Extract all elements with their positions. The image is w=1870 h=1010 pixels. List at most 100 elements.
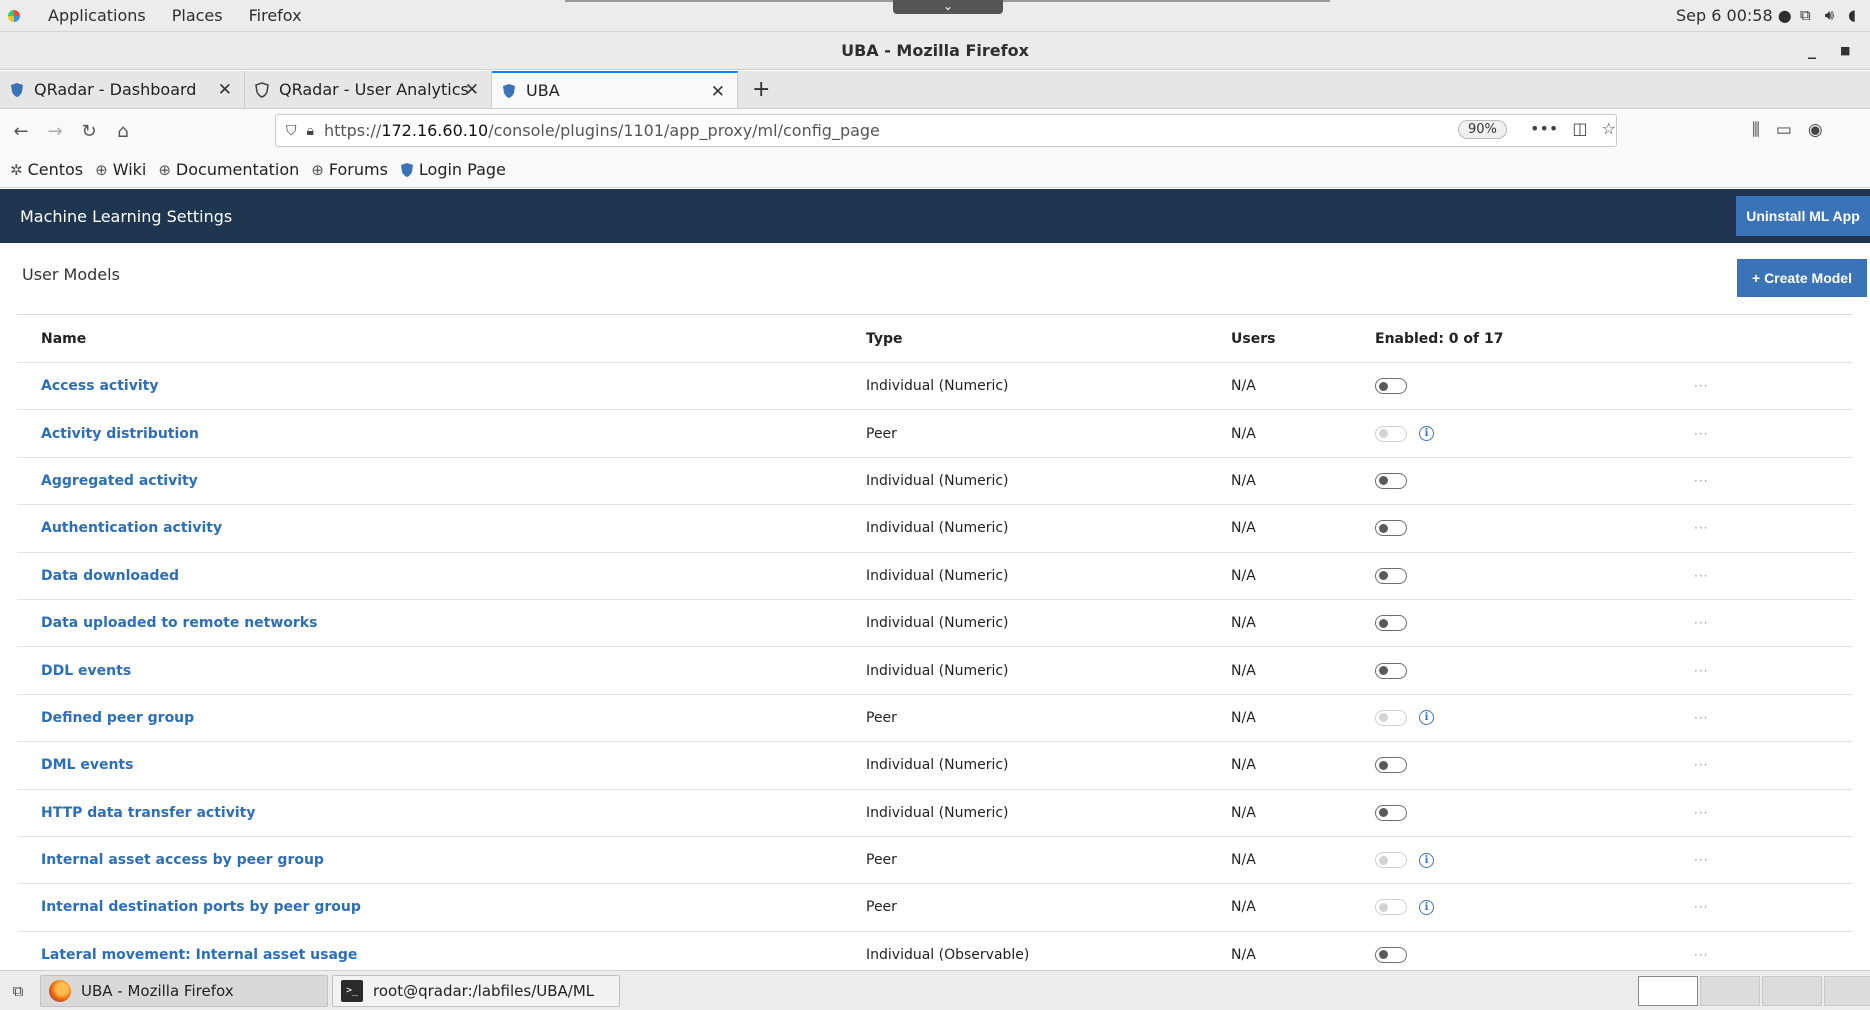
back-icon[interactable]: ←: [4, 121, 38, 142]
bookmark-star-icon[interactable]: ☆: [1601, 119, 1615, 138]
more-options-icon[interactable]: ···: [1694, 695, 1708, 741]
reload-icon[interactable]: ↻: [72, 121, 106, 142]
workspace-3[interactable]: [1762, 976, 1822, 1006]
sidebar-icon[interactable]: ▭: [1776, 120, 1792, 140]
clock[interactable]: Sep 6 00:58 ●: [1676, 6, 1792, 25]
bookmark-centos[interactable]: ✲ Centos: [10, 160, 83, 179]
chevron-down-icon[interactable]: ⌄: [893, 0, 1003, 14]
close-icon[interactable]: ✕: [711, 82, 725, 102]
header-name[interactable]: Name: [41, 315, 86, 362]
enable-toggle[interactable]: [1375, 472, 1407, 489]
enable-toggle[interactable]: [1375, 425, 1407, 442]
enable-toggle[interactable]: [1375, 378, 1407, 395]
enable-toggle[interactable]: [1375, 662, 1407, 679]
header-enabled[interactable]: Enabled: 0 of 17: [1375, 315, 1503, 362]
more-options-icon[interactable]: ···: [1694, 742, 1708, 788]
close-icon[interactable]: ✕: [465, 80, 479, 100]
more-actions-icon[interactable]: •••: [1530, 119, 1558, 138]
more-options-icon[interactable]: ···: [1694, 505, 1708, 551]
show-desktop-icon[interactable]: ⧉: [0, 982, 36, 1000]
enable-toggle[interactable]: [1375, 709, 1407, 726]
firefox-icon: [49, 979, 71, 1002]
table-row: Internal destination ports by peer group…: [17, 884, 1853, 932]
more-options-icon[interactable]: ···: [1694, 884, 1708, 930]
workspace-1[interactable]: [1638, 976, 1698, 1006]
minimize-icon[interactable]: _: [1808, 40, 1816, 59]
more-options-icon[interactable]: ···: [1694, 647, 1708, 693]
enable-toggle[interactable]: [1375, 946, 1407, 963]
model-name-link[interactable]: Internal asset access by peer group: [41, 852, 324, 868]
close-icon[interactable]: ✕: [218, 80, 232, 100]
info-icon[interactable]: i: [1419, 426, 1434, 442]
model-name-link[interactable]: Lateral movement: Internal asset usage: [41, 947, 357, 963]
create-model-button[interactable]: + Create Model: [1737, 259, 1867, 297]
enable-toggle[interactable]: [1375, 804, 1407, 821]
model-name-link[interactable]: DDL events: [41, 663, 131, 679]
bookmark-forums[interactable]: ⊕ Forums: [311, 160, 388, 179]
insecure-lock-icon[interactable]: 🔒︎: [307, 123, 314, 139]
workspace-2[interactable]: [1700, 976, 1760, 1006]
info-icon[interactable]: i: [1419, 899, 1434, 915]
places-menu[interactable]: Places: [172, 6, 223, 25]
model-name-link[interactable]: Activity distribution: [41, 426, 199, 442]
system-tray[interactable]: ⧉ 🔊︎ ◖: [1800, 6, 1856, 24]
model-name-link[interactable]: DML events: [41, 757, 133, 773]
more-options-icon[interactable]: ···: [1694, 790, 1708, 836]
model-name-link[interactable]: Data uploaded to remote networks: [41, 615, 317, 631]
enable-toggle[interactable]: [1375, 899, 1407, 916]
enabled-cell: [1375, 553, 1407, 599]
header-users[interactable]: Users: [1231, 315, 1275, 362]
enable-toggle[interactable]: [1375, 852, 1407, 869]
more-options-icon[interactable]: ···: [1694, 458, 1708, 504]
zoom-level[interactable]: 90%: [1458, 120, 1507, 139]
enable-toggle[interactable]: [1375, 567, 1407, 584]
maximize-icon[interactable]: ■: [1840, 44, 1850, 57]
new-tab-icon[interactable]: +: [738, 71, 784, 108]
enable-toggle[interactable]: [1375, 520, 1407, 537]
task-firefox[interactable]: UBA - Mozilla Firefox: [40, 974, 328, 1007]
info-icon[interactable]: i: [1419, 710, 1434, 726]
model-name-link[interactable]: HTTP data transfer activity: [41, 805, 255, 821]
model-name-link[interactable]: Authentication activity: [41, 520, 222, 536]
url-text[interactable]: https://172.16.60.10/console/plugins/110…: [324, 121, 880, 140]
model-type: Individual (Numeric): [866, 520, 1009, 537]
bookmark-documentation[interactable]: ⊕ Documentation: [158, 160, 299, 179]
more-options-icon[interactable]: ···: [1694, 410, 1708, 456]
tab-uba[interactable]: UBA ✕: [492, 71, 738, 108]
library-icon[interactable]: ⫼: [1752, 120, 1760, 140]
model-name-link[interactable]: Aggregated activity: [41, 473, 198, 489]
more-options-icon[interactable]: ···: [1694, 553, 1708, 599]
header-type[interactable]: Type: [866, 315, 903, 362]
model-name-link[interactable]: Access activity: [41, 378, 158, 394]
bookmark-login-page[interactable]: Login Page: [400, 160, 506, 179]
applications-menu[interactable]: Applications: [48, 6, 146, 25]
model-users: N/A: [1231, 615, 1256, 632]
tab-qradar-user-analytics[interactable]: QRadar - User Analytics ✕: [245, 71, 492, 108]
more-options-icon[interactable]: ···: [1694, 837, 1708, 883]
model-users: N/A: [1231, 804, 1256, 821]
tab-qradar-dashboard[interactable]: QRadar - Dashboard ✕: [0, 71, 245, 108]
task-terminal[interactable]: >_ root@qradar:/labfiles/UBA/ML: [332, 974, 620, 1007]
home-icon[interactable]: ⌂: [106, 121, 140, 142]
taskbar: ⧉ UBA - Mozilla Firefox >_ root@qradar:/…: [0, 970, 1870, 1010]
workspace-4[interactable]: [1824, 976, 1870, 1006]
info-icon[interactable]: i: [1419, 852, 1434, 868]
model-name-link[interactable]: Defined peer group: [41, 710, 194, 726]
model-name-link[interactable]: Data downloaded: [41, 568, 179, 584]
account-icon[interactable]: ◉: [1808, 120, 1823, 140]
enabled-cell: [1375, 363, 1407, 409]
model-users: N/A: [1231, 378, 1256, 395]
more-options-icon[interactable]: ···: [1694, 600, 1708, 646]
model-name-link[interactable]: Internal destination ports by peer group: [41, 899, 361, 915]
app-header: Machine Learning Settings Uninstall ML A…: [0, 189, 1870, 243]
url-bar[interactable]: ⛉ 🔒︎ https://172.16.60.10/console/plugin…: [275, 114, 1617, 147]
bookmark-wiki[interactable]: ⊕ Wiki: [95, 160, 146, 179]
enable-toggle[interactable]: [1375, 757, 1407, 774]
firefox-menu[interactable]: Firefox: [249, 6, 302, 25]
uninstall-ml-app-button[interactable]: Uninstall ML App: [1736, 196, 1870, 236]
tracking-shield-icon[interactable]: ⛉: [286, 123, 297, 139]
enable-toggle[interactable]: [1375, 615, 1407, 632]
forward-icon[interactable]: →: [38, 121, 72, 142]
pocket-icon[interactable]: ◫: [1572, 119, 1587, 138]
more-options-icon[interactable]: ···: [1694, 363, 1708, 409]
